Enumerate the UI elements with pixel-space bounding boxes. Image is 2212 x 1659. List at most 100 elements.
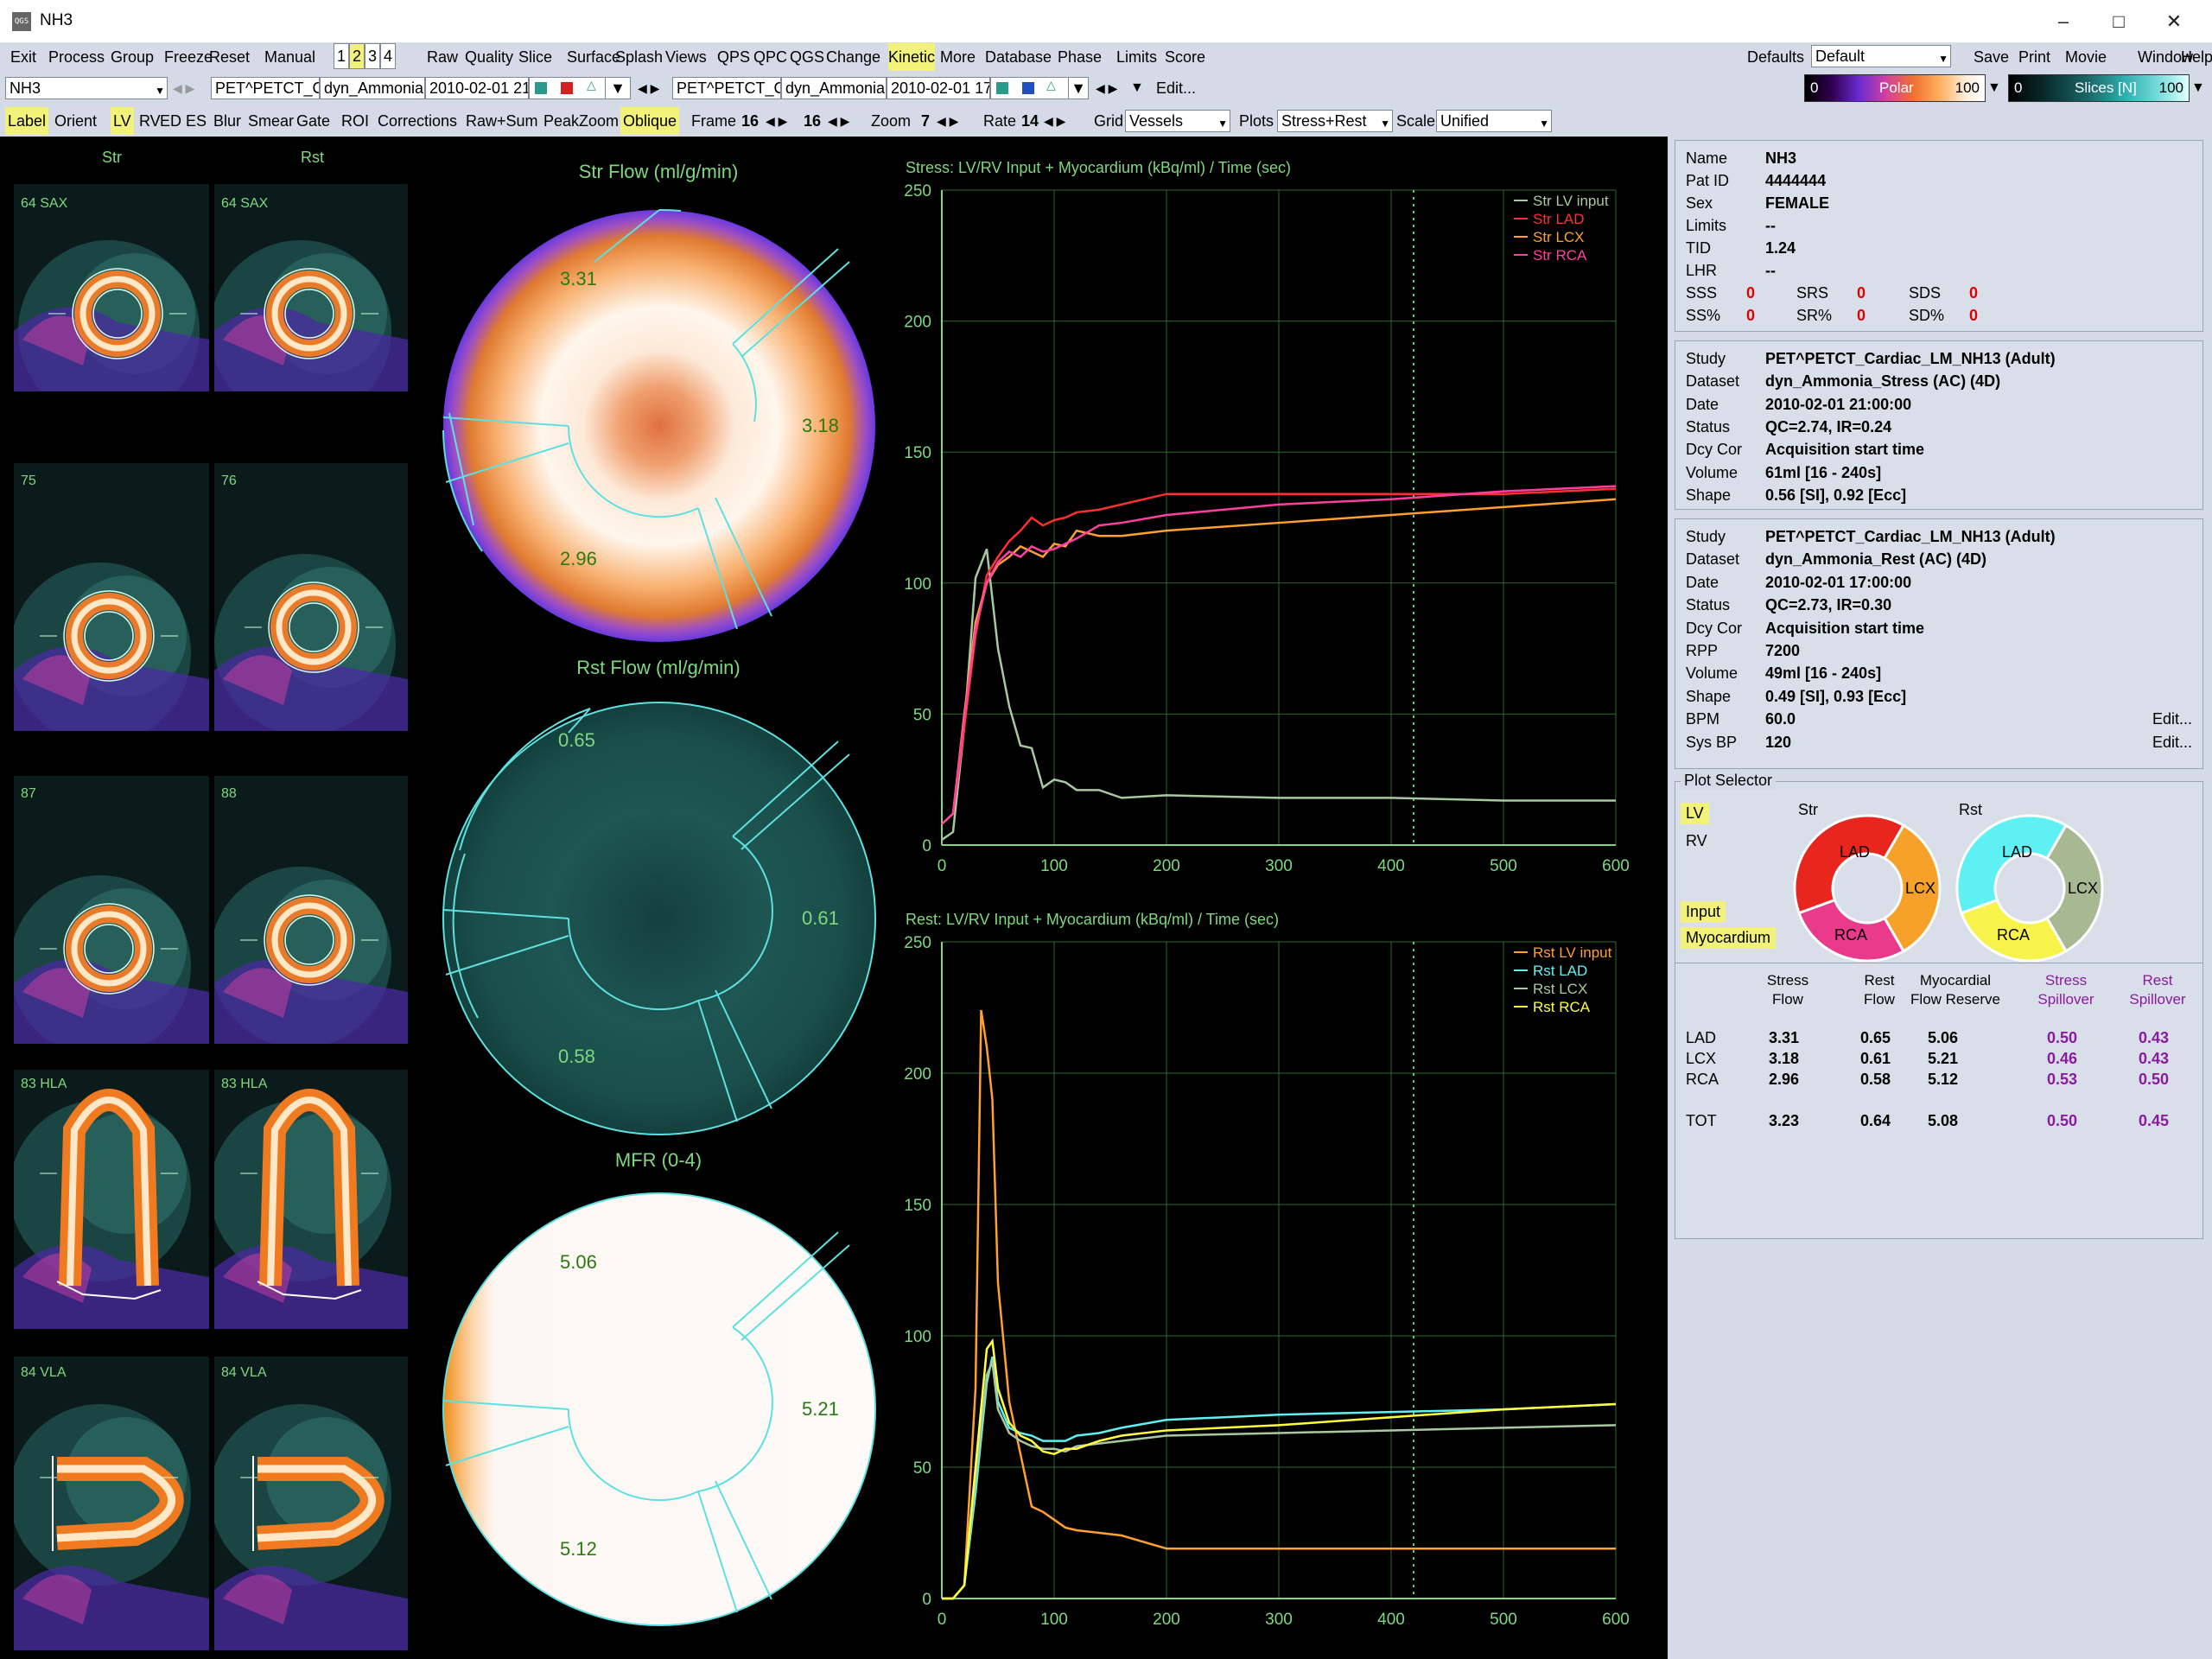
sysbp-edit-button[interactable]: Edit...	[2152, 734, 2192, 752]
maximize-button[interactable]: □	[2101, 9, 2136, 35]
rest-date-field[interactable]: 2010-02-01 17	[887, 77, 990, 99]
stress-date-field[interactable]: 2010-02-01 21	[425, 77, 529, 99]
toggle-corrections[interactable]: Corrections	[375, 107, 460, 135]
rest-dataset-field[interactable]: dyn_Ammonia	[781, 77, 887, 99]
menu-process[interactable]: Process	[48, 43, 105, 71]
dropdown-triangle-icon[interactable]: ▼	[1130, 74, 1144, 102]
rest-dropdown-icon[interactable]: ▼	[1068, 77, 1089, 99]
slice-tile[interactable]	[214, 463, 408, 731]
str-polar-map[interactable]: 3.31 3.18 2.96	[439, 206, 880, 646]
menu-more[interactable]: More	[940, 43, 976, 71]
stress-triangle-icon[interactable]: △	[587, 78, 596, 92]
toggle-label[interactable]: Label	[5, 107, 49, 135]
bpm-edit-button[interactable]: Edit...	[2152, 710, 2192, 728]
defaults-select[interactable]: Default ▼	[1811, 45, 1951, 67]
toggle-es[interactable]: ES	[183, 107, 209, 135]
slice-tile[interactable]	[14, 463, 209, 731]
menu-quality[interactable]: Quality	[465, 43, 513, 71]
menu-reset[interactable]: Reset	[209, 43, 250, 71]
menu-surface[interactable]: Surface	[567, 43, 620, 71]
menu-help[interactable]: Help	[2181, 43, 2212, 71]
menu-qgs[interactable]: QGS	[790, 43, 824, 71]
menu-1[interactable]: 1	[334, 43, 350, 69]
toggle-gate[interactable]: Gate	[294, 107, 333, 135]
toggle-ed[interactable]: ED	[157, 107, 184, 135]
slice-tile[interactable]	[214, 1357, 408, 1650]
slice-tile[interactable]	[14, 184, 209, 391]
patient-select[interactable]: NH3 ▼	[5, 77, 168, 99]
rate-nav-icon[interactable]: ◀ ▶	[1044, 107, 1065, 135]
toggle-oblique[interactable]: Oblique	[620, 107, 680, 135]
toggle-smear[interactable]: Smear	[245, 107, 296, 135]
slices-colorbar[interactable]: 0 Slices [N] 100	[2008, 74, 2190, 102]
rest-list-icon[interactable]	[1022, 82, 1034, 94]
slice-tile[interactable]	[214, 184, 408, 391]
menu-change[interactable]: Change	[826, 43, 880, 71]
toggle-roi[interactable]: ROI	[339, 107, 372, 135]
rest-study-field[interactable]: PET^PETCT_C	[672, 77, 781, 99]
menu-score[interactable]: Score	[1165, 43, 1205, 71]
menu-kinetic[interactable]: Kinetic	[888, 43, 936, 71]
myocardium-toggle[interactable]: Myocardium	[1681, 927, 1777, 949]
menu-qpc[interactable]: QPC	[753, 43, 787, 71]
slice-tile[interactable]	[14, 1357, 209, 1650]
stress-dataset-field[interactable]: dyn_Ammonia	[320, 77, 425, 99]
rest-nav-icon[interactable]: ◀ ▶	[1096, 74, 1117, 102]
mfr-polar-map[interactable]: 5.06 5.21 5.12	[439, 1189, 880, 1630]
slices-dropdown-icon[interactable]: ▼	[2191, 74, 2205, 102]
toggle-blur[interactable]: Blur	[211, 107, 244, 135]
stress-color-icon[interactable]	[535, 82, 547, 94]
frame-nav-icon-2[interactable]: ◀ ▶	[828, 107, 849, 135]
menu-views[interactable]: Views	[665, 43, 707, 71]
zoom-nav-icon[interactable]: ◀ ▶	[937, 107, 958, 135]
toggle-orient[interactable]: Orient	[52, 107, 99, 135]
stress-tac-plot[interactable]: 0 100 200 300 400 500 600 0 50 100 150 200 250 Str LV…	[890, 180, 1659, 897]
menu-manual[interactable]: Manual	[264, 43, 315, 71]
minimize-button[interactable]: –	[2046, 9, 2081, 35]
menu-2[interactable]: 2	[349, 43, 365, 69]
slice-tile[interactable]	[214, 776, 408, 1044]
close-button[interactable]: ✕	[2157, 9, 2191, 35]
str-territory-selector[interactable]: LAD LCX RCA	[1789, 806, 1945, 962]
stress-nav-icon[interactable]: ◀ ▶	[638, 74, 659, 102]
territory-lad[interactable]	[1793, 814, 1906, 915]
rest-color-icon[interactable]	[996, 82, 1008, 94]
edit-button[interactable]: Edit...	[1156, 74, 1196, 102]
rv-toggle[interactable]: RV	[1686, 832, 1707, 850]
input-toggle[interactable]: Input	[1681, 901, 1726, 923]
polar-colorbar[interactable]: 0 Polar 100	[1804, 74, 1986, 102]
toggle-lv[interactable]: LV	[111, 107, 134, 135]
plots-select[interactable]: Stress+Rest ▼	[1277, 110, 1393, 132]
slice-tile[interactable]	[14, 776, 209, 1044]
slice-tile[interactable]	[14, 1070, 209, 1329]
territory-lad[interactable]	[1955, 814, 2069, 915]
frame-nav-icon-1[interactable]: ◀ ▶	[766, 107, 787, 135]
lv-toggle[interactable]: LV	[1681, 803, 1709, 824]
menu-group[interactable]: Group	[111, 43, 154, 71]
menu-4[interactable]: 4	[380, 43, 397, 69]
rest-tac-plot[interactable]: 0 100 200 300 400 500 600 0 50 100 150 200 250 Rst LV…	[890, 931, 1659, 1657]
menu-freeze[interactable]: Freeze	[164, 43, 213, 71]
menu-save[interactable]: Save	[1974, 43, 2009, 71]
menu-exit[interactable]: Exit	[10, 43, 36, 71]
menu-print[interactable]: Print	[2018, 43, 2050, 71]
menu-limits[interactable]: Limits	[1116, 43, 1157, 71]
menu-slice[interactable]: Slice	[518, 43, 552, 71]
menu-splash[interactable]: Splash	[615, 43, 663, 71]
grid-select[interactable]: Vessels ▼	[1125, 110, 1230, 132]
stress-study-field[interactable]: PET^PETCT_C	[211, 77, 320, 99]
menu-phase[interactable]: Phase	[1058, 43, 1102, 71]
toggle-raw-sum[interactable]: Raw+Sum	[463, 107, 541, 135]
menu-movie[interactable]: Movie	[2065, 43, 2107, 71]
menu-database[interactable]: Database	[985, 43, 1052, 71]
prev-arrow-icon[interactable]: ◀ ▶	[173, 74, 194, 102]
stress-remove-icon[interactable]	[561, 82, 573, 94]
rst-territory-selector[interactable]: LAD LCX RCA	[1952, 806, 2107, 962]
menu-qps[interactable]: QPS	[717, 43, 750, 71]
polar-dropdown-icon[interactable]: ▼	[1987, 74, 2001, 102]
menu-3[interactable]: 3	[365, 43, 381, 69]
toggle-peakzoom[interactable]: PeakZoom	[541, 107, 621, 135]
slice-tile[interactable]	[214, 1070, 408, 1329]
rest-triangle-icon[interactable]: △	[1046, 78, 1056, 92]
menu-raw[interactable]: Raw	[427, 43, 458, 71]
